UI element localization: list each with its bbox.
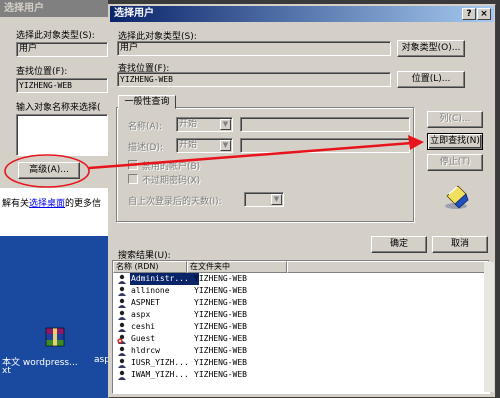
red-circle-annotation — [4, 154, 90, 188]
red-arrow-head — [408, 135, 424, 150]
red-annotation-overlay — [4, 135, 424, 188]
red-arrow-line — [88, 141, 413, 170]
